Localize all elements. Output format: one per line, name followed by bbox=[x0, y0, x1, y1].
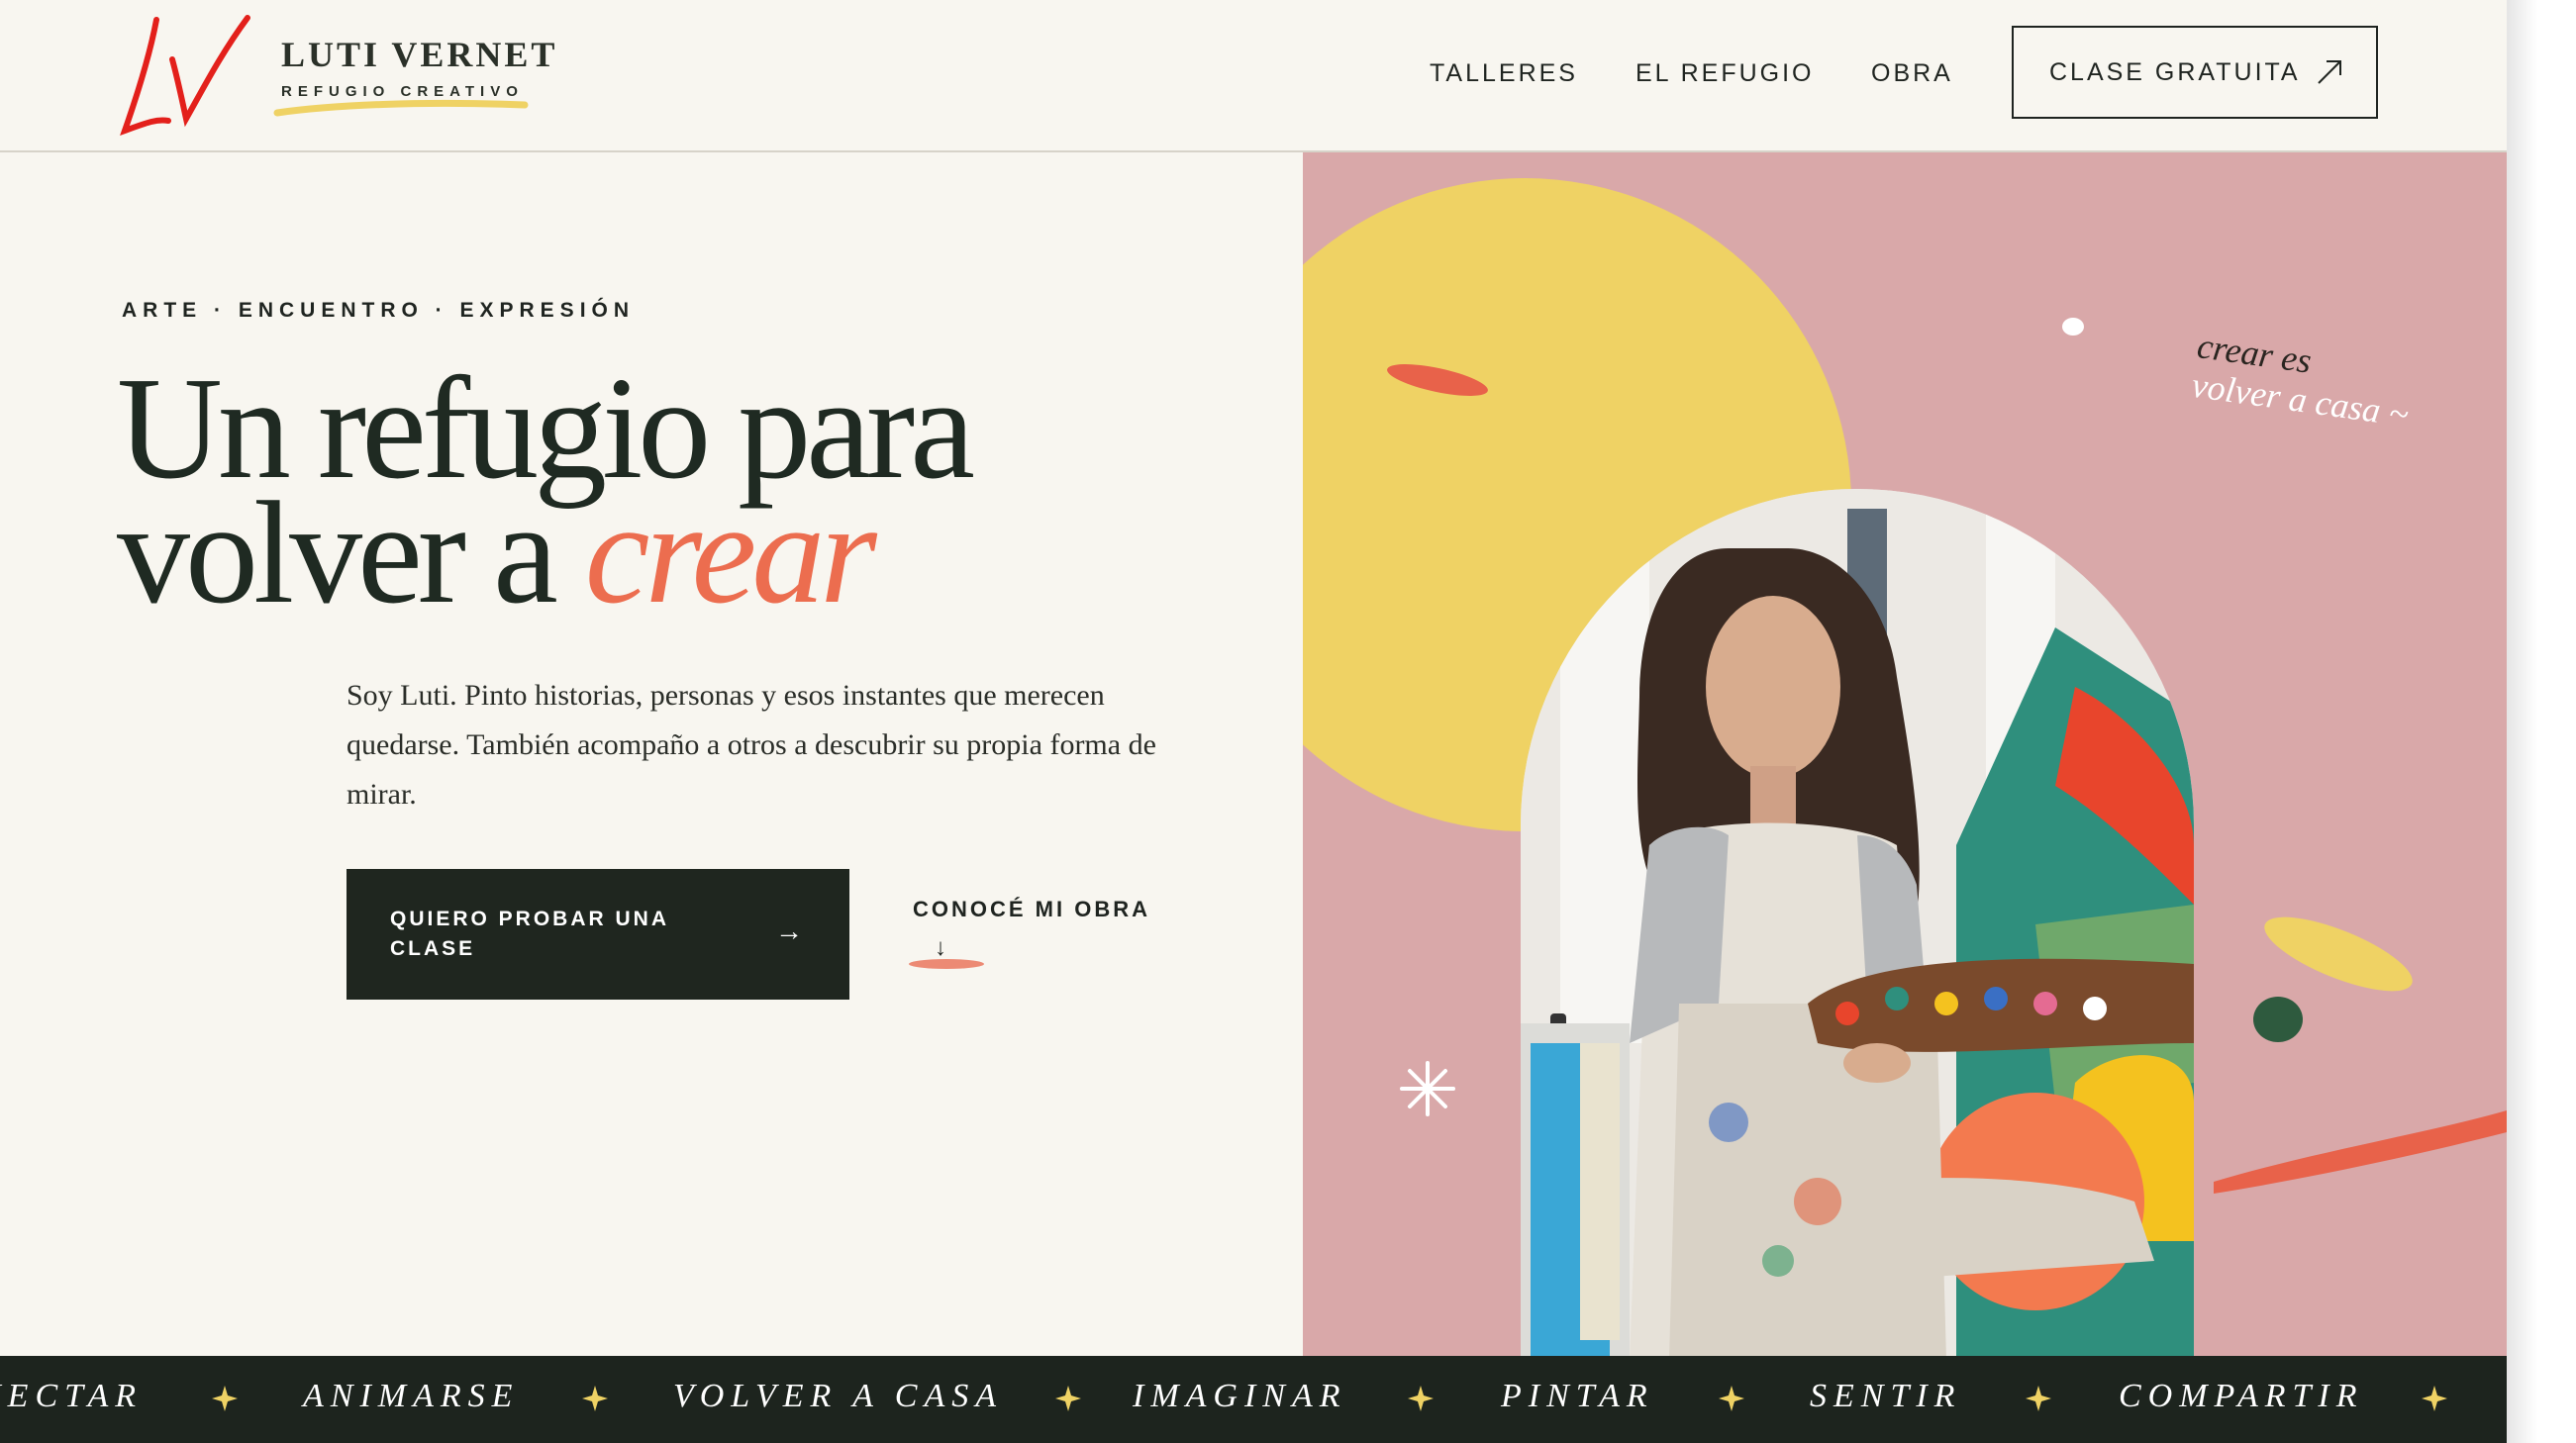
keyword-marquee: NECTAR ANIMARSE VOLVER A CASA IMAGINAR P… bbox=[0, 1356, 2507, 1443]
brand-name[interactable]: LUTI VERNET bbox=[281, 34, 557, 75]
see-work-link[interactable]: CONOCÉ MI OBRA ↓ bbox=[913, 897, 1150, 961]
logo-lv-icon bbox=[120, 15, 250, 136]
white-dot-shape bbox=[2062, 318, 2084, 336]
green-dot-shape bbox=[2253, 997, 2303, 1042]
marquee-word: IMAGINAR bbox=[1133, 1378, 1347, 1414]
hero-title-accent: crear bbox=[584, 472, 877, 634]
hero-eyebrow: ARTE · ENCUENTRO · EXPRESIÓN bbox=[122, 299, 636, 322]
arrow-right-icon: → bbox=[775, 915, 806, 946]
star-icon bbox=[2422, 1386, 2447, 1411]
yellow-dash-shape bbox=[2264, 916, 2413, 992]
marquee-word: VOLVER A CASA bbox=[673, 1378, 1004, 1414]
see-work-label: CONOCÉ MI OBRA bbox=[913, 897, 1150, 921]
nav-el-refugio[interactable]: EL REFUGIO bbox=[1635, 59, 1815, 88]
coral-stroke-shape bbox=[2214, 1110, 2507, 1194]
free-class-label: CLASE GRATUITA bbox=[2049, 57, 2301, 86]
star-icon bbox=[2026, 1386, 2051, 1411]
hero-title-line2: volver a bbox=[117, 472, 558, 634]
star-icon bbox=[582, 1386, 608, 1411]
try-class-button[interactable]: QUIERO PROBAR UNA CLASE → bbox=[347, 869, 849, 1000]
marquee-word: COMPARTIR bbox=[2119, 1378, 2364, 1414]
free-class-button[interactable]: CLASE GRATUITA bbox=[2012, 26, 2378, 119]
star-icon bbox=[1055, 1386, 1081, 1411]
star-icon bbox=[212, 1386, 238, 1411]
marquee-word: NECTAR bbox=[0, 1378, 144, 1414]
marquee-word: SENTIR bbox=[1810, 1378, 1962, 1414]
artist-photo bbox=[1521, 489, 2194, 1356]
hero-art-panel: crear es volver a casa ~ bbox=[1303, 152, 2507, 1356]
window-edge-shadow bbox=[2507, 0, 2576, 1443]
nav-obra[interactable]: OBRA bbox=[1871, 59, 1953, 88]
page: LUTI VERNET REFUGIO CREATIVO TALLERES EL… bbox=[0, 0, 2507, 1443]
site-header: LUTI VERNET REFUGIO CREATIVO TALLERES EL… bbox=[0, 0, 2507, 152]
artist-painting-illustration bbox=[1521, 489, 2194, 1356]
link-underline-swash bbox=[909, 959, 984, 969]
star-icon bbox=[1408, 1386, 1434, 1411]
sparkle-icon bbox=[1400, 1061, 1455, 1116]
star-icon bbox=[1719, 1386, 1744, 1411]
arrow-up-right-icon bbox=[2318, 60, 2341, 84]
logo-monogram[interactable] bbox=[117, 12, 255, 136]
hero-intro: Soy Luti. Pinto historias, personas y es… bbox=[347, 679, 1156, 811]
marquee-word: PINTAR bbox=[1501, 1378, 1654, 1414]
nav-talleres[interactable]: TALLERES bbox=[1430, 59, 1578, 88]
try-class-label: QUIERO PROBAR UNA CLASE bbox=[390, 908, 669, 960]
hero-title: Un refugio para volver a crear bbox=[117, 355, 975, 626]
tagline-underline-swash bbox=[273, 99, 529, 117]
marquee-word: ANIMARSE bbox=[303, 1378, 520, 1414]
